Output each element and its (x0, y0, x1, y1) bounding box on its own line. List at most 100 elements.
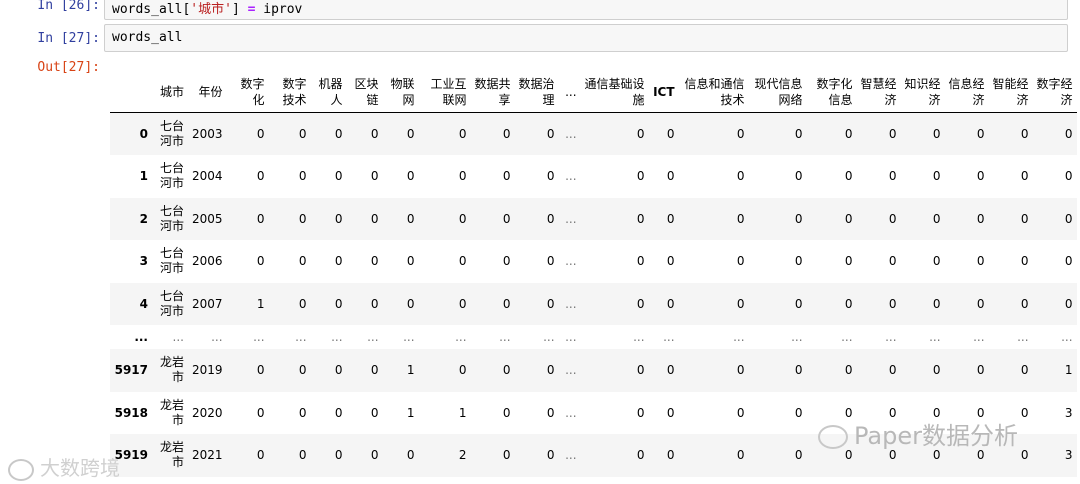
table-cell: 0 (298, 211, 307, 226)
table-cell: 0 (666, 254, 675, 269)
table-cell: 0 (1020, 211, 1029, 226)
table-cell: 2004 (192, 169, 223, 184)
city-cell: 七台河市 (159, 119, 184, 148)
table-cell: 0 (736, 405, 745, 420)
table-cell: 0 (844, 405, 853, 420)
table-cell: 0 (458, 211, 467, 226)
prev-code-str: '城市' (190, 2, 232, 17)
table-cell: 0 (636, 254, 645, 269)
table-cell: 0 (334, 405, 343, 420)
table-cell: 0 (888, 169, 897, 184)
table-cell: 0 (976, 363, 985, 378)
column-header: 工业互联网 (418, 72, 471, 113)
table-cell: 0 (736, 448, 745, 463)
table-cell: 0 (888, 405, 897, 420)
table-cell: ... (663, 330, 675, 344)
row-index: 5917 (114, 363, 148, 378)
table-cell: ... (455, 330, 467, 344)
table-cell: 0 (888, 254, 897, 269)
table-cell: ... (499, 330, 511, 344)
city-cell: 七台河市 (159, 246, 184, 276)
table-cell: 2007 (192, 296, 223, 311)
table-cell: ... (295, 330, 307, 344)
table-cell: 0 (298, 254, 307, 269)
table-cell: 0 (546, 211, 555, 226)
table-cell: 0 (794, 169, 803, 184)
table-cell: 0 (406, 127, 415, 141)
row-index: 5919 (114, 448, 148, 463)
column-header: 数字化 (226, 72, 269, 113)
table-cell: 0 (888, 296, 897, 311)
table-cell: 0 (976, 127, 985, 141)
table-cell: ... (841, 330, 853, 344)
table-cell: 0 (406, 254, 415, 269)
column-header: 知识经济 (900, 72, 945, 113)
table-cell: 0 (256, 405, 265, 420)
table-cell: 0 (666, 405, 675, 420)
table-cell: ... (633, 330, 645, 344)
column-header: 年份 (188, 72, 227, 113)
table-cell: 0 (458, 169, 467, 184)
table-cell: 0 (932, 127, 941, 141)
code-input[interactable]: words_all (104, 24, 1068, 52)
table-cell: 0 (298, 405, 307, 420)
table-cell: 0 (932, 169, 941, 184)
column-header: 数字技术 (268, 72, 311, 113)
table-cell: 0 (844, 254, 853, 269)
table-cell: 0 (458, 254, 467, 269)
table-cell: ... (929, 330, 941, 344)
table-cell: 0 (546, 169, 555, 184)
table-cell: 0 (736, 211, 745, 226)
column-header: ... (558, 72, 581, 113)
table-cell: 0 (370, 127, 379, 141)
table-cell: 0 (370, 211, 379, 226)
table-cell: 0 (458, 127, 467, 141)
table-cell: 2 (458, 448, 467, 463)
table-cell: 2019 (192, 363, 223, 378)
prev-code-val: iprov (263, 2, 303, 17)
table-cell: 0 (666, 448, 675, 463)
table-cell: 0 (334, 254, 343, 269)
table-cell: 0 (636, 405, 645, 420)
prev-cell-input[interactable]: words_all['城市'] = iprov (104, 0, 1068, 20)
table-cell: 0 (932, 448, 941, 463)
table-cell: 0 (370, 405, 379, 420)
column-header: 通信基础设施 (580, 72, 649, 113)
table-cell: 0 (794, 296, 803, 311)
dataframe-table: 城市 年份 数字化 数字技术 机器人 区块链 物联网 工业互联网 数据共享 数据治理... 通信基础… (110, 72, 1077, 477)
table-cell: 0 (334, 211, 343, 226)
column-header: 区块链 (346, 72, 383, 113)
table-cell: 2003 (192, 127, 223, 141)
table-cell: 0 (1020, 254, 1029, 269)
table-cell: 0 (1064, 254, 1073, 269)
table-cell: ... (543, 330, 555, 344)
table-cell: ... (211, 330, 223, 344)
table-cell: ... (565, 127, 577, 141)
table-cell: 0 (406, 448, 415, 463)
table-cell: 0 (666, 127, 675, 141)
city-cell: 龙岩市 (159, 355, 184, 385)
table-cell: 0 (546, 363, 555, 378)
table-cell: ... (367, 330, 379, 344)
table-cell: 0 (502, 127, 511, 141)
table-cell: ... (253, 330, 265, 344)
table-row: 1 七台河市 2004 0 0 0 0 0 0 0 0... 0 0 0 0 0 0 0 0 0 0 (110, 155, 1077, 198)
table-cell: 1 (406, 363, 415, 378)
table-cell: 0 (1064, 169, 1073, 184)
city-cell: 龙岩市 (159, 440, 184, 470)
table-cell: 0 (256, 363, 265, 378)
table-cell: 0 (888, 211, 897, 226)
table-row: 3 七台河市 2006 0 0 0 0 0 0 0 0... 0 0 0 0 0 0 0 0 0 0 (110, 240, 1077, 283)
table-cell: 0 (406, 169, 415, 184)
column-header: 信息和通信技术 (678, 72, 749, 113)
table-cell: ... (1061, 330, 1073, 344)
table-cell: 0 (736, 363, 745, 378)
row-index: 1 (139, 169, 148, 184)
table-body: 0 七台河市 2003 0 0 0 0 0 0 0 0... 0 0 0 0 0 0 0 0 0 0 1 七台河市 2004 0… (110, 112, 1077, 477)
table-cell: 0 (334, 363, 343, 378)
table-cell: ... (565, 211, 577, 226)
table-cell: 0 (1064, 211, 1073, 226)
table-cell: 0 (334, 169, 343, 184)
table-cell: 0 (406, 211, 415, 226)
table-cell: 1 (1064, 363, 1073, 378)
